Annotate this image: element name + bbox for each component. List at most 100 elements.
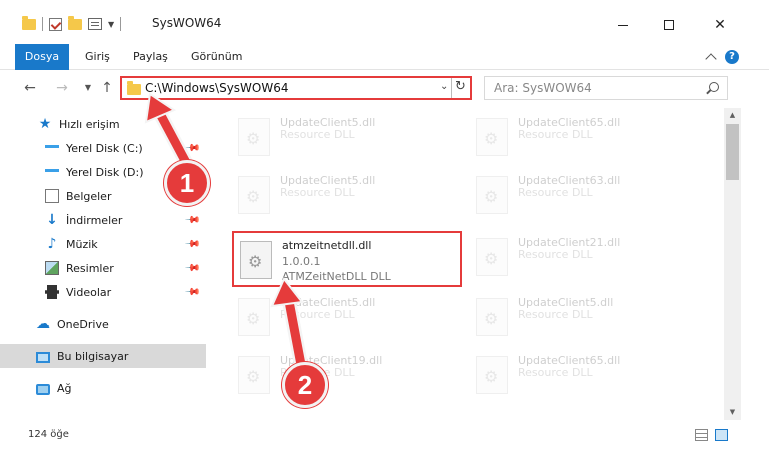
pictures-icon	[45, 261, 59, 275]
tab-share[interactable]: Paylaş	[133, 44, 168, 70]
search-placeholder: Ara: SysWOW64	[494, 81, 592, 95]
sidebar-item-pictures[interactable]: Resimler 📌	[0, 256, 206, 280]
sidebar-item-local-disk-c[interactable]: Yerel Disk (C:) 📌	[0, 136, 206, 160]
quick-access-toolbar: ▼	[22, 15, 122, 31]
divider	[120, 17, 122, 31]
ribbon-tabs: Dosya Giriş Paylaş Görünüm ?	[0, 44, 769, 70]
chevron-down-icon[interactable]: ⌄	[440, 81, 448, 92]
dll-file-icon	[238, 356, 270, 394]
dll-file-icon	[476, 176, 508, 214]
sidebar-item-label: İndirmeler	[66, 213, 123, 227]
dll-file-icon	[476, 118, 508, 156]
close-icon: ✕	[714, 17, 726, 33]
pin-icon[interactable]: 📌	[183, 284, 200, 301]
file-description: Resource DLL	[280, 308, 355, 321]
file-description: Resource DLL	[518, 308, 593, 321]
customize-toolbar-dropdown[interactable]: ▼	[108, 20, 114, 29]
scroll-down-icon[interactable]: ▼	[724, 405, 741, 420]
sidebar-item-network[interactable]: Ağ	[0, 376, 206, 400]
search-input[interactable]: Ara: SysWOW64	[484, 76, 728, 100]
details-view-icon[interactable]	[695, 429, 708, 441]
documents-icon	[45, 189, 59, 203]
ribbon-controls: ?	[705, 50, 739, 65]
file-description: Resource DLL	[518, 128, 593, 141]
sidebar-item-onedrive[interactable]: ☁ OneDrive	[0, 312, 206, 336]
divider	[451, 78, 452, 98]
search-icon[interactable]	[709, 82, 719, 92]
pin-icon[interactable]: 📌	[183, 140, 200, 157]
video-icon	[45, 285, 59, 299]
collapse-ribbon-icon[interactable]	[705, 53, 717, 65]
list-item[interactable]: UpdateClient21.dll Resource DLL	[470, 230, 700, 286]
window-title: SysWOW64	[152, 16, 222, 30]
list-item[interactable]: UpdateClient5.dll Resource DLL	[232, 110, 462, 166]
tab-view[interactable]: Görünüm	[191, 44, 242, 70]
navigation-bar: ← → ▼ ↑ C:\Windows\SysWOW64 ⌄ ↻ Ara: Sys…	[0, 74, 769, 102]
dll-file-icon	[476, 298, 508, 336]
help-icon[interactable]: ?	[725, 50, 739, 64]
new-folder-icon[interactable]	[68, 15, 82, 30]
status-bar: 124 öğe	[0, 424, 769, 446]
tab-home[interactable]: Giriş	[85, 44, 110, 70]
sidebar-item-label: Yerel Disk (C:)	[66, 141, 143, 155]
list-item[interactable]: UpdateClient5.dll Resource DLL	[232, 168, 462, 224]
maximize-button[interactable]	[646, 12, 692, 38]
star-icon: ★	[38, 116, 52, 132]
title-bar: ▼ SysWOW64 ✕	[0, 0, 769, 38]
dll-file-icon	[238, 176, 270, 214]
address-path[interactable]: C:\Windows\SysWOW64	[145, 81, 289, 95]
tab-file[interactable]: Dosya	[15, 44, 69, 70]
scrollbar-thumb[interactable]	[726, 124, 739, 180]
large-icons-view-icon[interactable]	[715, 429, 728, 441]
properties-check-icon[interactable]	[49, 17, 62, 31]
back-button[interactable]: ←	[20, 78, 40, 98]
network-icon	[36, 383, 50, 395]
folder-icon	[22, 15, 36, 30]
sidebar-item-music[interactable]: ♪ Müzik 📌	[0, 232, 206, 256]
sidebar-item-label: Bu bilgisayar	[57, 349, 129, 363]
sidebar-item-downloads[interactable]: ↓ İndirmeler 📌	[0, 208, 206, 232]
minimize-icon	[618, 24, 628, 26]
list-item[interactable]: UpdateClient5.dll Resource DLL	[470, 290, 700, 346]
file-description: ATMZeitNetDLL DLL	[282, 270, 391, 283]
scroll-up-icon[interactable]: ▲	[724, 108, 741, 123]
list-item[interactable]: UpdateClient65.dll Resource DLL	[470, 348, 700, 404]
sidebar-item-videos[interactable]: Videolar 📌	[0, 280, 206, 304]
sidebar-item-this-pc[interactable]: Bu bilgisayar	[0, 344, 206, 368]
list-item[interactable]: UpdateClient5.dll Resource DLL	[232, 290, 462, 346]
step-badge-2: 2	[282, 362, 328, 408]
pc-icon	[36, 351, 50, 363]
address-bar[interactable]: C:\Windows\SysWOW64 ⌄ ↻	[120, 76, 472, 100]
close-button[interactable]: ✕	[697, 12, 743, 38]
file-description: Resource DLL	[280, 128, 355, 141]
pin-icon[interactable]: 📌	[183, 260, 200, 277]
highlighted-file-item[interactable]: atmzeitnetdll.dll 1.0.0.1 ATMZeitNetDLL …	[232, 231, 462, 287]
list-item[interactable]: UpdateClient19.dll Resource DLL	[232, 348, 462, 404]
pin-icon[interactable]: 📌	[183, 212, 200, 229]
dll-file-icon	[238, 298, 270, 336]
list-item[interactable]: UpdateClient65.dll Resource DLL	[470, 110, 700, 166]
file-description: Resource DLL	[518, 248, 593, 261]
refresh-icon[interactable]: ↻	[455, 79, 466, 94]
minimize-button[interactable]	[600, 12, 646, 38]
sidebar-item-quick-access[interactable]: ★ Hızlı erişim	[0, 112, 206, 136]
list-item[interactable]: UpdateClient63.dll Resource DLL	[470, 168, 700, 224]
maximize-icon	[664, 20, 674, 30]
forward-button[interactable]: →	[52, 78, 72, 98]
dll-file-icon	[476, 356, 508, 394]
drive-icon	[45, 145, 59, 155]
file-description: Resource DLL	[518, 366, 593, 379]
recent-locations-dropdown[interactable]: ▼	[78, 78, 98, 98]
file-description: Resource DLL	[280, 186, 355, 199]
divider	[42, 17, 43, 31]
dll-file-icon	[238, 118, 270, 156]
item-count: 124 öğe	[28, 429, 69, 440]
sidebar-item-label: Hızlı erişim	[59, 117, 120, 131]
sidebar-item-label: Videolar	[66, 285, 112, 299]
properties-icon[interactable]	[88, 18, 102, 30]
vertical-scrollbar[interactable]: ▲ ▼	[724, 108, 741, 420]
up-button[interactable]: ↑	[97, 78, 117, 98]
file-description: Resource DLL	[518, 186, 593, 199]
pin-icon[interactable]: 📌	[183, 236, 200, 253]
sidebar-item-label: Ağ	[57, 381, 72, 395]
